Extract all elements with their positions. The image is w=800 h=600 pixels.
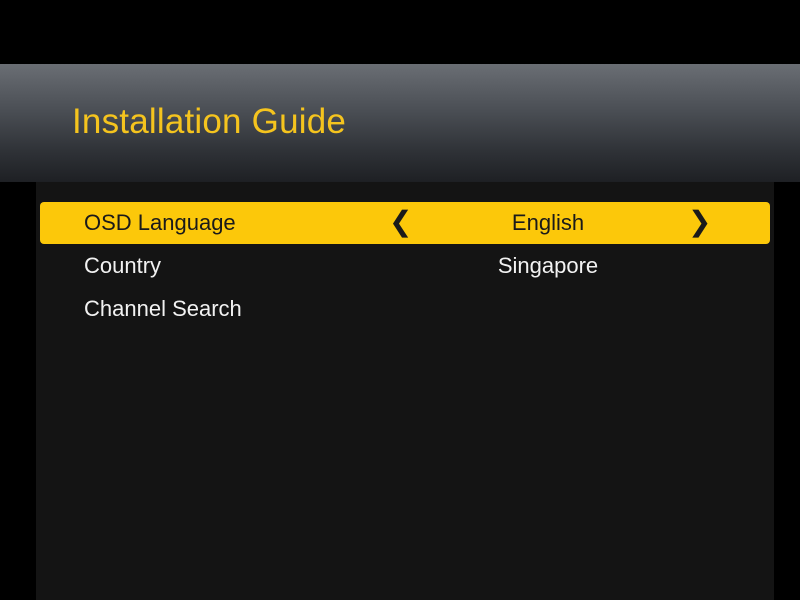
menu-item-osd-language[interactable]: OSD Language ❮ English ❯ — [40, 202, 770, 244]
chevron-left-icon[interactable]: ❮ — [389, 206, 412, 238]
page-title: Installation Guide — [72, 102, 347, 141]
menu-item-label: Country — [84, 253, 162, 278]
menu-panel: OSD Language ❮ English ❯ Country Singapo… — [36, 182, 774, 600]
chevron-right-icon[interactable]: ❯ — [688, 206, 711, 238]
menu-item-country[interactable]: Country Singapore — [40, 245, 770, 287]
menu-item-value: English — [511, 210, 585, 235]
header-bar: Installation Guide — [0, 64, 800, 182]
menu-item-label: Channel Search — [84, 296, 242, 321]
menu-item-label: OSD Language — [84, 210, 236, 235]
menu-item-channel-search[interactable]: Channel Search — [40, 288, 770, 330]
tv-screen: Installation Guide OSD Language ❮ Englis… — [0, 0, 800, 600]
menu-item-value: Singapore — [497, 253, 599, 278]
